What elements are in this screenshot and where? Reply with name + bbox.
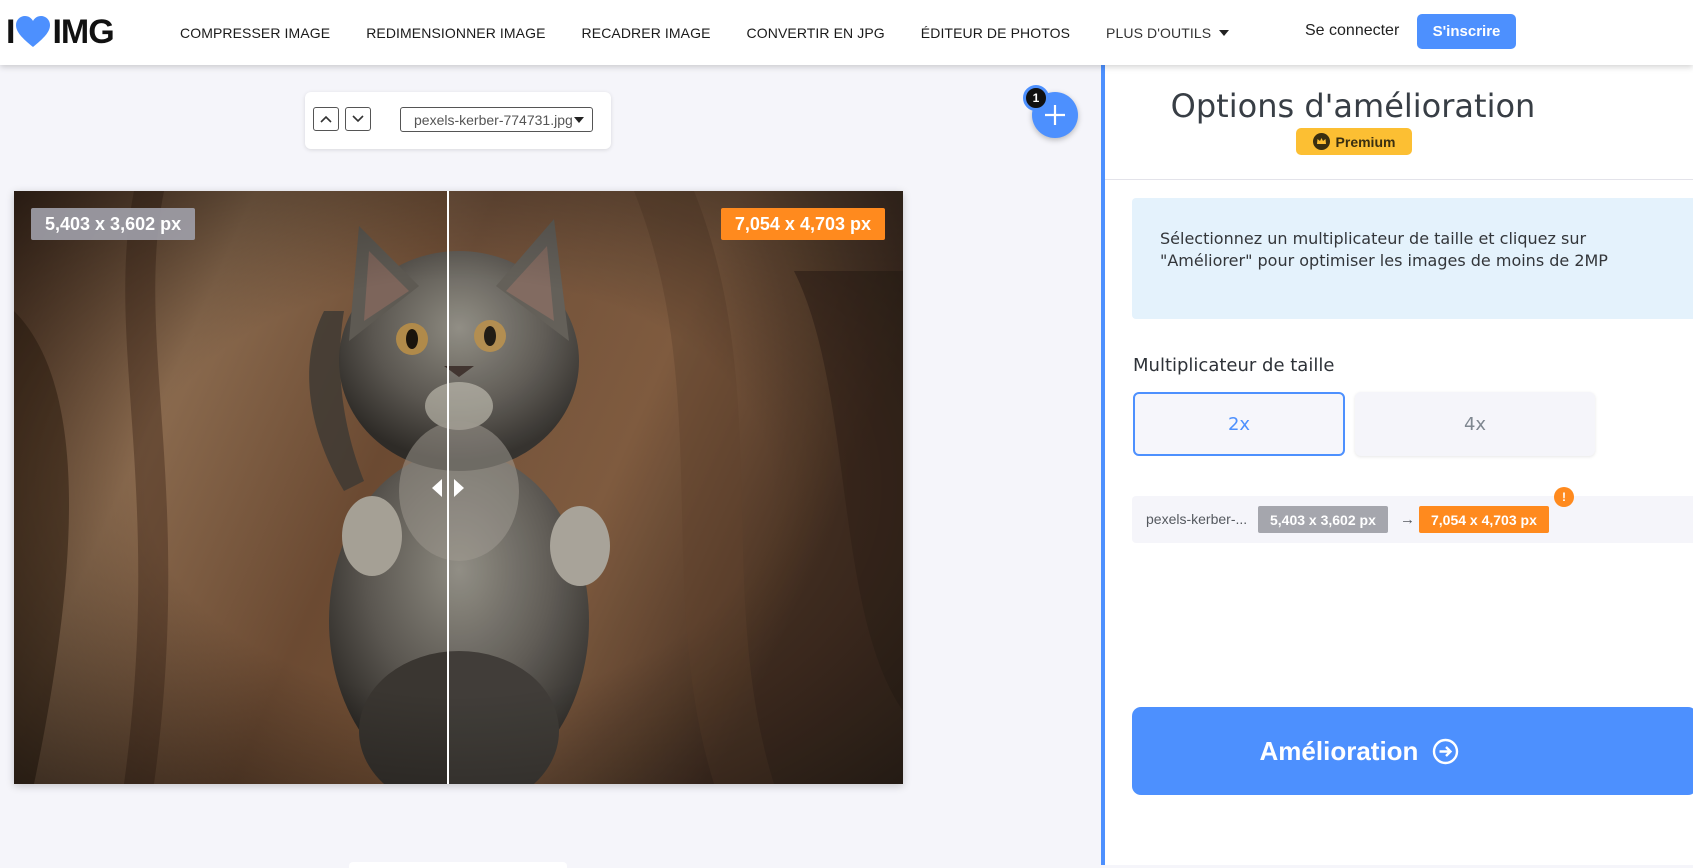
crown-icon — [1312, 133, 1330, 150]
file-select-value: pexels-kerber-774731.jpg — [414, 111, 573, 128]
multiplier-label: Multiplicateur de taille — [1133, 355, 1335, 376]
enhance-button[interactable]: Amélioration — [1132, 707, 1693, 795]
heart-icon — [16, 16, 51, 47]
caret-down-icon — [574, 117, 584, 123]
image-workspace: pexels-kerber-774731.jpg 1 5,403 x 3,602… — [0, 65, 1101, 868]
comparison-slider-handle-icon[interactable] — [422, 477, 474, 499]
info-message: Sélectionnez un multiplicateur de taille… — [1132, 198, 1693, 319]
file-name: pexels-kerber-... — [1146, 511, 1248, 527]
bottom-panel-edge — [349, 862, 567, 868]
plus-icon — [1045, 105, 1065, 125]
options-panel: Options d'amélioration Premium Sélection… — [1101, 65, 1693, 865]
file-select-dropdown[interactable]: pexels-kerber-774731.jpg — [400, 107, 593, 132]
next-file-button[interactable] — [345, 107, 371, 131]
arrow-right-icon: → — [1400, 511, 1415, 528]
main-nav: COMPRESSER IMAGE REDIMENSIONNER IMAGE RE… — [180, 0, 1265, 65]
from-size-chip: 5,403 x 3,602 px — [1258, 506, 1388, 533]
warning-icon[interactable]: ! — [1554, 487, 1574, 507]
nav-resize-image[interactable]: REDIMENSIONNER IMAGE — [366, 25, 545, 41]
nav-crop-image[interactable]: RECADRER IMAGE — [582, 25, 711, 41]
signup-button[interactable]: S'inscrire — [1417, 14, 1516, 49]
chevron-down-icon — [352, 115, 364, 123]
nav-more-tools[interactable]: PLUS D'OUTILS — [1106, 24, 1230, 41]
original-size-tag: 5,403 x 3,602 px — [31, 208, 196, 240]
to-size-chip: 7,054 x 4,703 px — [1419, 506, 1549, 533]
file-toolbar: pexels-kerber-774731.jpg — [305, 92, 611, 149]
iloveimg-logo[interactable]: I IMG — [6, 12, 115, 52]
multiplier-4x-button[interactable]: 4x — [1355, 392, 1595, 456]
logo-word-img: IMG — [52, 12, 114, 51]
nav-photo-editor[interactable]: ÉDITEUR DE PHOTOS — [921, 25, 1070, 41]
enhanced-size-tag: 7,054 x 4,703 px — [720, 208, 885, 240]
multiplier-2x-button[interactable]: 2x — [1133, 392, 1345, 456]
nav-more-tools-label: PLUS D'OUTILS — [1106, 24, 1212, 41]
login-link[interactable]: Se connecter — [1305, 22, 1399, 40]
previous-file-button[interactable] — [313, 107, 339, 131]
premium-label: Premium — [1335, 133, 1396, 150]
comparison-viewer: 5,403 x 3,602 px 7,054 x 4,703 px — [14, 191, 903, 784]
file-count-badge: 1 — [1023, 85, 1049, 111]
logo-letter-i: I — [6, 12, 16, 51]
caret-down-icon — [1219, 29, 1230, 36]
premium-badge: Premium — [1296, 128, 1412, 155]
nav-convert-to-jpg[interactable]: CONVERTIR EN JPG — [747, 25, 885, 41]
chevron-up-icon — [320, 115, 332, 123]
nav-compress-image[interactable]: COMPRESSER IMAGE — [180, 25, 330, 41]
top-header: I IMG COMPRESSER IMAGE REDIMENSIONNER IM… — [0, 0, 1693, 65]
panel-separator — [1105, 179, 1693, 180]
file-size-row: pexels-kerber-... 5,403 x 3,602 px → 7,0… — [1132, 496, 1693, 543]
arrow-circle-right-icon — [1433, 738, 1459, 764]
enhance-button-label: Amélioration — [1259, 735, 1419, 766]
panel-title: Options d'amélioration — [1170, 87, 1536, 125]
